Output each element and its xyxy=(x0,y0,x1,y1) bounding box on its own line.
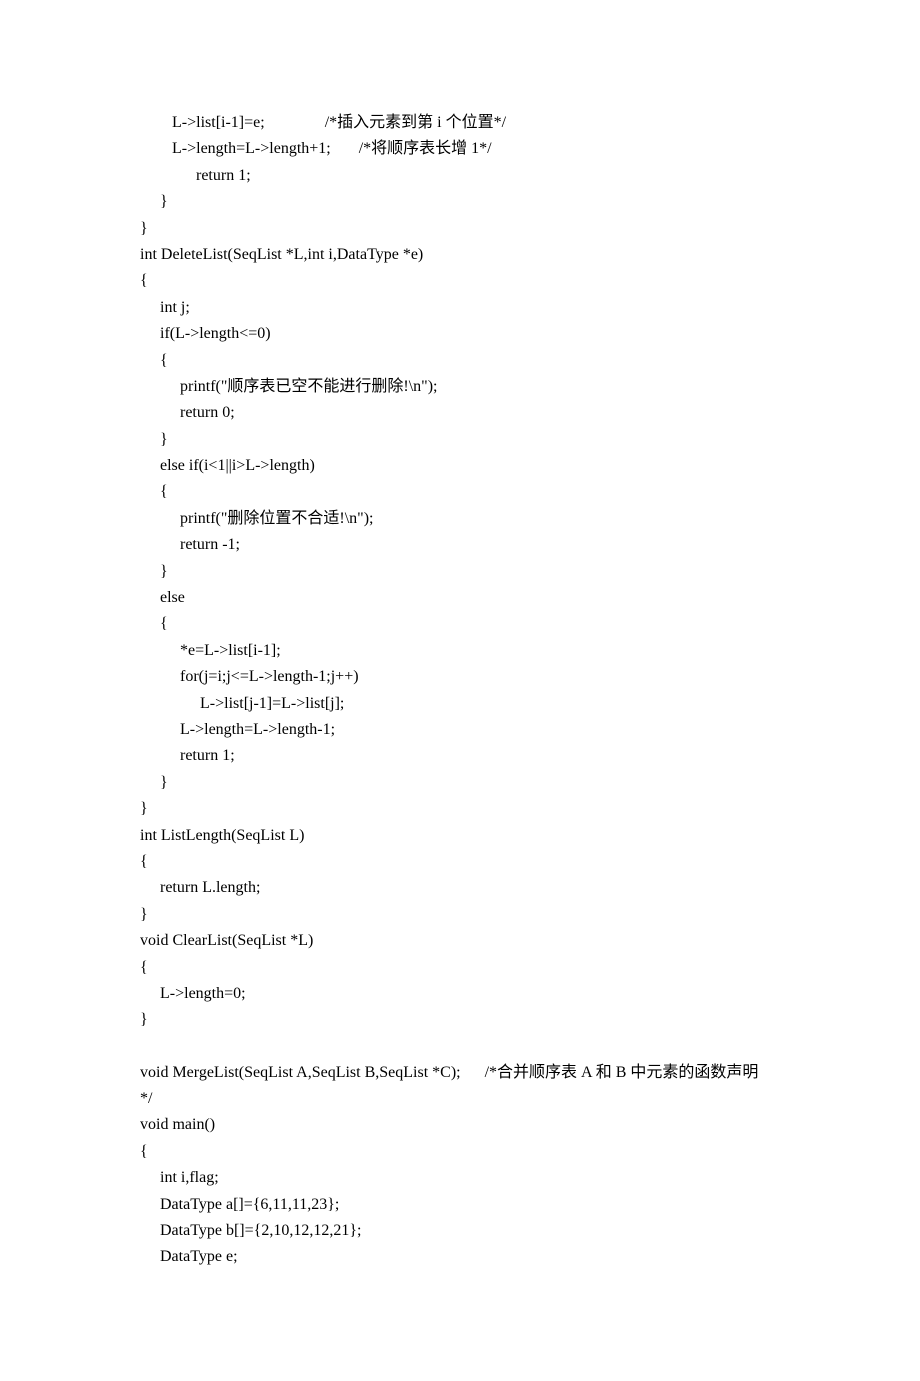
code-line: { xyxy=(140,955,790,981)
code-line: if(L->length<=0) xyxy=(140,321,790,347)
code-line: *e=L->list[i-1]; xyxy=(140,638,790,664)
code-block: L->list[i-1]=e; /*插入元素到第 i 个位置*/ L->leng… xyxy=(140,110,790,1271)
code-line: return 1; xyxy=(140,743,790,769)
code-line: } xyxy=(140,559,790,585)
code-line: { xyxy=(140,849,790,875)
code-line: else xyxy=(140,585,790,611)
code-line: } xyxy=(140,902,790,928)
code-line: L->list[j-1]=L->list[j]; xyxy=(140,691,790,717)
blank-line xyxy=(140,1034,790,1060)
code-line: } xyxy=(140,427,790,453)
code-line: { xyxy=(140,479,790,505)
code-line: int i,flag; xyxy=(140,1165,790,1191)
code-line: L->length=0; xyxy=(140,981,790,1007)
document-page: L->list[i-1]=e; /*插入元素到第 i 个位置*/ L->leng… xyxy=(0,0,920,1381)
code-line: return -1; xyxy=(140,532,790,558)
code-line: return 1; xyxy=(140,163,790,189)
code-line: DataType b[]={2,10,12,12,21}; xyxy=(140,1218,790,1244)
code-line: } xyxy=(140,189,790,215)
code-line: L->length=L->length-1; xyxy=(140,717,790,743)
code-line: { xyxy=(140,348,790,374)
code-line: */ xyxy=(140,1086,790,1112)
code-line: } xyxy=(140,796,790,822)
code-line: else if(i<1||i>L->length) xyxy=(140,453,790,479)
code-line: void ClearList(SeqList *L) xyxy=(140,928,790,954)
code-line: { xyxy=(140,1139,790,1165)
code-line: return L.length; xyxy=(140,875,790,901)
code-line: { xyxy=(140,268,790,294)
code-line: DataType a[]={6,11,11,23}; xyxy=(140,1192,790,1218)
code-line: void MergeList(SeqList A,SeqList B,SeqLi… xyxy=(140,1060,790,1086)
code-line: printf("删除位置不合适!\n"); xyxy=(140,506,790,532)
code-line: L->length=L->length+1; /*将顺序表长增 1*/ xyxy=(140,136,790,162)
code-line: L->list[i-1]=e; /*插入元素到第 i 个位置*/ xyxy=(140,110,790,136)
code-line: void main() xyxy=(140,1112,790,1138)
code-line: int j; xyxy=(140,295,790,321)
code-line: for(j=i;j<=L->length-1;j++) xyxy=(140,664,790,690)
code-line: int ListLength(SeqList L) xyxy=(140,823,790,849)
code-line: DataType e; xyxy=(140,1244,790,1270)
code-line: return 0; xyxy=(140,400,790,426)
code-line: { xyxy=(140,611,790,637)
code-line: } xyxy=(140,1007,790,1033)
code-line: } xyxy=(140,770,790,796)
code-line: int DeleteList(SeqList *L,int i,DataType… xyxy=(140,242,790,268)
code-line: printf("顺序表已空不能进行删除!\n"); xyxy=(140,374,790,400)
code-line: } xyxy=(140,216,790,242)
